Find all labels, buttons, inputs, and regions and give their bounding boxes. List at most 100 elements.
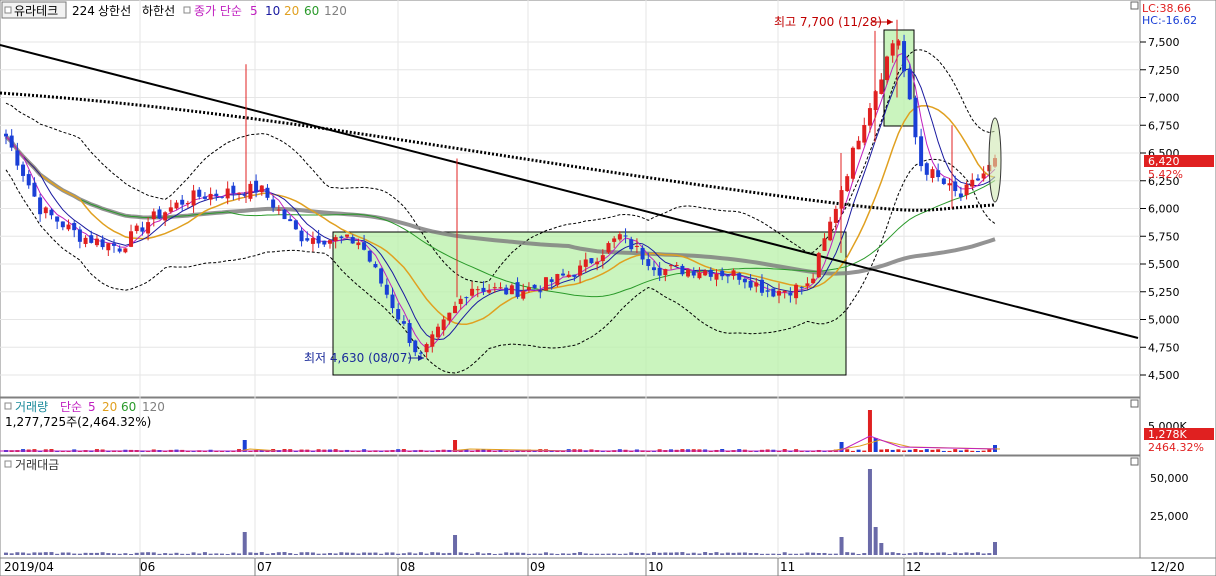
candle-down [657, 267, 662, 276]
candle-up [435, 326, 440, 338]
candle-up [595, 261, 600, 265]
x-label-11: 11 [780, 560, 795, 574]
amount-bar [327, 552, 332, 555]
candle-down [219, 196, 224, 198]
amount-bar [83, 552, 88, 555]
amount-bar [617, 553, 622, 555]
candle-down [413, 340, 418, 353]
candle-up [555, 274, 560, 286]
amount-bar [458, 552, 463, 555]
amount-bar [902, 553, 907, 555]
volume-panel[interactable] [0, 397, 1141, 456]
ma120-label[interactable]: 120 [324, 4, 347, 18]
ma20-label[interactable]: 20 [284, 4, 299, 18]
candle-up [970, 179, 975, 187]
volume-bar [924, 449, 929, 452]
amount-bar [509, 552, 514, 555]
candle-down [77, 229, 82, 242]
volume-bar [890, 449, 895, 452]
volume-title[interactable]: 거래량 [15, 400, 48, 414]
candle-up [441, 319, 446, 331]
candle-up [66, 224, 71, 230]
candle-down [532, 284, 537, 288]
volume-bar [856, 449, 861, 452]
upper-limit-label[interactable]: 상한선 [98, 4, 131, 18]
volume-bar [987, 449, 992, 452]
symbol-checkbox[interactable] [4, 6, 12, 14]
ma5-label[interactable]: 5 [250, 4, 258, 18]
candle-down [515, 282, 520, 297]
price-panel-control[interactable] [1130, 1, 1139, 10]
candle-up [578, 265, 583, 276]
volume-bar [975, 450, 980, 452]
candle-up [453, 305, 458, 314]
volume-panel-control[interactable] [1130, 399, 1139, 408]
candle-down [322, 240, 327, 245]
amount-bar [214, 553, 219, 555]
amount-panel[interactable] [0, 455, 1141, 559]
candle-up [458, 298, 463, 305]
price-tick-label: 5,000 [1148, 314, 1180, 327]
amount-bar [219, 553, 224, 555]
vma120-label[interactable]: 120 [142, 400, 165, 414]
vma60-label[interactable]: 60 [121, 400, 136, 414]
candle-down [924, 163, 929, 175]
candle-up [686, 269, 691, 277]
candle-up [822, 238, 827, 252]
candle-up [424, 344, 429, 353]
candle-up [521, 291, 526, 299]
vma5-label[interactable]: 5 [88, 400, 96, 414]
volume-ma-label[interactable]: 단순 [60, 400, 82, 414]
candle-up [470, 288, 475, 296]
volume-bar [907, 449, 912, 452]
amount-checkbox[interactable] [4, 460, 12, 468]
amount-title[interactable]: 거래대금 [15, 458, 59, 472]
candle-down [651, 267, 656, 271]
candle-down [140, 227, 145, 232]
volume-bar [913, 449, 918, 452]
candle-down [561, 273, 566, 276]
amount-bar [805, 552, 810, 555]
amount-bar [703, 552, 708, 555]
amount-bar [339, 552, 344, 555]
candle-up [509, 285, 514, 295]
amount-bar [146, 552, 151, 555]
amount-bar [168, 553, 173, 555]
price-tick-label: 4,750 [1148, 341, 1180, 354]
candle-down [282, 209, 287, 220]
candle-up [805, 283, 810, 286]
amount-bar [384, 552, 389, 555]
ma60-label[interactable]: 60 [304, 4, 319, 18]
ma-checkbox[interactable] [183, 6, 191, 14]
amount-bar [606, 553, 611, 555]
amount-bar [572, 552, 577, 555]
candle-down [765, 290, 770, 292]
candle-up [345, 234, 350, 237]
ma-label[interactable]: 종가 단순 [194, 4, 242, 18]
amount-bar [55, 553, 60, 555]
amount-bar [310, 552, 315, 555]
amount-bar [38, 552, 43, 555]
candle-up [634, 245, 639, 248]
candle-down [401, 321, 406, 324]
amount-bar [89, 552, 94, 555]
candle-up [981, 173, 986, 179]
candle-up [191, 190, 196, 206]
x-axis-area [0, 557, 1216, 576]
volume-checkbox[interactable] [4, 402, 12, 410]
candle-up [703, 270, 708, 276]
candle-down [32, 182, 37, 197]
amount-panel-control[interactable] [1130, 457, 1139, 466]
vma20-label[interactable]: 20 [102, 400, 117, 414]
amount-bar [15, 552, 20, 555]
candle-down [21, 164, 26, 176]
volume-current-pct: 2464.32% [1148, 441, 1204, 454]
amount-bar [140, 552, 145, 555]
candle-up [930, 169, 935, 178]
amount-bar [413, 553, 418, 555]
volume-bar [930, 449, 935, 452]
candle-down [902, 41, 907, 72]
lower-limit-label[interactable]: 하한선 [142, 4, 175, 18]
ma10-label[interactable]: 10 [265, 4, 280, 18]
amount-bar [987, 553, 992, 555]
